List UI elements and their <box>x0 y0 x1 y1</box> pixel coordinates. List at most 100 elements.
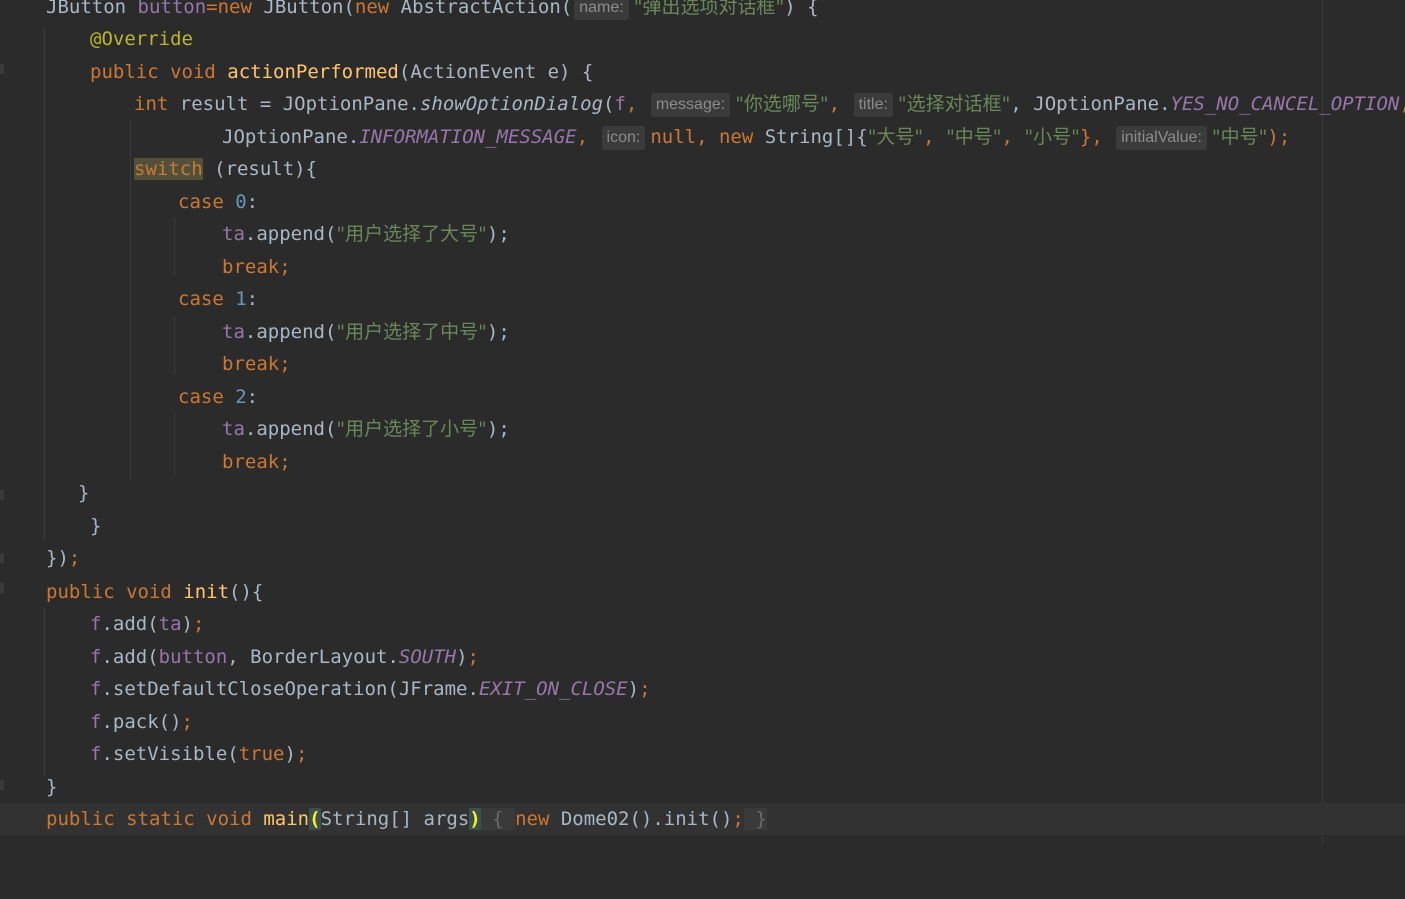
code-line[interactable]: } <box>0 771 1405 803</box>
closing-brace: } <box>46 776 58 798</box>
constant: EXIT_ON_CLOSE <box>478 678 628 700</box>
semicolon: ; <box>193 613 205 635</box>
annotation: @Override <box>90 28 193 50</box>
keyword: new <box>515 808 561 830</box>
punctuation: ) <box>627 678 640 700</box>
punctuation: ) <box>181 613 193 635</box>
matched-paren: ) <box>469 808 481 830</box>
code-line[interactable]: int result = JOptionPane.showOptionDialo… <box>0 88 1405 120</box>
code-line[interactable]: public void actionPerformed(ActionEvent … <box>0 56 1405 88</box>
code-line[interactable]: ta.append("用户选择了小号"); <box>0 413 1405 445</box>
code-line[interactable]: case 0: <box>0 186 1405 218</box>
keyword: null <box>650 126 697 148</box>
folded-brace[interactable]: { <box>480 808 516 830</box>
code-text: String[]{ <box>764 126 868 148</box>
semicolon: ; <box>181 711 193 733</box>
matched-paren: ( <box>309 808 321 830</box>
punctuation: , <box>1001 126 1025 148</box>
punctuation: (){ <box>229 581 264 603</box>
string-literal: "大号" <box>867 126 924 148</box>
code-text: .setVisible( <box>101 743 239 765</box>
code-line[interactable]: JButton button=new JButton(new AbstractA… <box>0 0 1405 23</box>
punctuation: : <box>246 288 259 310</box>
code-text: .append( <box>244 223 337 245</box>
string-literal: "中号" <box>1211 126 1268 148</box>
code-line[interactable]: break; <box>0 251 1405 283</box>
code-line[interactable]: } <box>0 510 1405 542</box>
punctuation: ); <box>486 321 510 343</box>
number-literal: 0 <box>235 191 247 213</box>
code-line[interactable]: case 2: <box>0 381 1405 413</box>
constructor-call: AbstractAction( <box>400 0 573 18</box>
string-literal: "你选哪号" <box>735 93 829 115</box>
parameter-hint: icon: <box>601 126 646 150</box>
constant: SOUTH <box>398 646 457 668</box>
code-line[interactable]: f.add(ta); <box>0 608 1405 640</box>
field-name: f <box>90 678 102 700</box>
string-literal: "用户选择了大号" <box>336 223 487 245</box>
closing-brace: }) <box>46 547 69 569</box>
punctuation: ) <box>284 743 296 765</box>
keyword-highlighted: switch <box>134 158 203 180</box>
parameter-hint: title: <box>853 93 893 117</box>
field-name: ta <box>222 321 245 343</box>
closing-brace: } <box>90 515 102 537</box>
code-text: .setDefaultCloseOperation(JFrame. <box>101 678 479 700</box>
code-line[interactable]: f.setDefaultCloseOperation(JFrame.EXIT_O… <box>0 673 1405 705</box>
code-line[interactable]: case 1: <box>0 283 1405 315</box>
punctuation: ); <box>486 418 510 440</box>
field-name: ta <box>158 613 182 635</box>
punctuation: , <box>696 126 719 148</box>
folded-brace[interactable]: } <box>743 808 767 830</box>
punctuation: ); <box>1267 126 1291 148</box>
code-line[interactable]: f.pack(); <box>0 706 1405 738</box>
keyword: break; <box>222 451 291 473</box>
code-line[interactable]: public void init(){ <box>0 576 1405 608</box>
code-editor[interactable]: JButton button=new JButton(new AbstractA… <box>0 0 1405 845</box>
method-name: main <box>263 808 310 830</box>
string-literal: "选择对话框" <box>897 93 1011 115</box>
code-line[interactable]: break; <box>0 348 1405 380</box>
code-line[interactable]: ta.append("用户选择了中号"); <box>0 316 1405 348</box>
code-line[interactable]: ta.append("用户选择了大号"); <box>0 218 1405 250</box>
code-text: , BorderLayout. <box>227 646 399 668</box>
current-code-line[interactable]: public static void main(String[] args) {… <box>0 803 1405 835</box>
code-line[interactable]: }); <box>0 542 1405 574</box>
code-text: .append( <box>244 418 337 440</box>
type-name: JButton <box>46 0 138 18</box>
field-name: f <box>90 613 102 635</box>
code-line[interactable]: } <box>0 477 1405 509</box>
keyword: break; <box>222 353 291 375</box>
code-line[interactable]: switch (result){ <box>0 153 1405 185</box>
keyword: new <box>354 0 401 18</box>
string-literal: "用户选择了中号" <box>336 321 487 343</box>
field-name: f <box>90 711 102 733</box>
punctuation: ) <box>456 646 468 668</box>
keyword: public static void <box>46 808 264 830</box>
number-literal: 1 <box>235 288 247 310</box>
punctuation: ); <box>486 223 510 245</box>
field-name: button <box>158 646 228 668</box>
string-literal: "用户选择了小号" <box>336 418 487 440</box>
code-line[interactable]: JOptionPane.INFORMATION_MESSAGE, icon: nu… <box>0 121 1405 153</box>
field-name: f <box>614 93 626 115</box>
code-text: .add( <box>101 646 159 668</box>
code-text: Dome02().init() <box>560 808 733 830</box>
keyword: case <box>178 288 236 310</box>
code-line[interactable]: break; <box>0 446 1405 478</box>
constant: YES_NO_CANCEL_OPTION <box>1170 93 1400 115</box>
code-line[interactable]: f.add(button, BorderLayout.SOUTH); <box>0 641 1405 673</box>
code-line[interactable]: f.setVisible(true); <box>0 738 1405 770</box>
semicolon: ; <box>639 678 651 700</box>
operator: = <box>206 0 218 18</box>
field-name: ta <box>222 223 245 245</box>
parameters: (ActionEvent e) { <box>398 61 594 83</box>
number-literal: 2 <box>235 386 247 408</box>
semicolon: ; <box>467 646 479 668</box>
constructor-call: JButton( <box>263 0 355 18</box>
field-name: button <box>137 0 207 18</box>
parameter-hint: message: <box>650 93 731 117</box>
code-line[interactable]: @Override <box>0 23 1405 55</box>
string-literal: "中号" <box>946 126 1002 148</box>
keyword: new <box>217 0 264 18</box>
